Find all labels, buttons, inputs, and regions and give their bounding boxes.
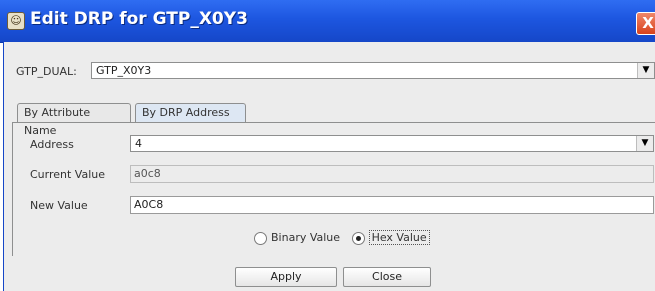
chevron-down-icon[interactable]: ▼ (637, 63, 654, 78)
tab-by-drp-address[interactable]: By DRP Address (135, 103, 246, 123)
address-label: Address (30, 138, 74, 151)
gtp-dual-label: GTP_DUAL: (16, 65, 77, 78)
address-value: 4 (135, 137, 142, 150)
binary-value-option[interactable]: Binary Value (254, 231, 340, 245)
hex-value-label: Hex Value (368, 230, 430, 246)
title-bar[interactable]: ☺ Edit DRP for GTP_X0Y3 X (0, 0, 655, 43)
new-value-label: New Value (30, 199, 88, 212)
format-radio-group: Binary Value Hex Value (254, 230, 438, 247)
new-value-input[interactable]: A0C8 (130, 196, 654, 214)
window-title: Edit DRP for GTP_X0Y3 (30, 9, 248, 29)
binary-value-radio[interactable] (254, 231, 267, 245)
close-icon[interactable]: X (636, 12, 655, 35)
close-button[interactable]: Close (343, 267, 431, 287)
app-icon: ☺ (7, 12, 25, 30)
tab-by-attribute-name[interactable]: By Attribute Name (17, 103, 131, 137)
gtp-dual-value: GTP_X0Y3 (96, 64, 152, 77)
hex-value-radio[interactable] (351, 231, 365, 245)
chevron-down-icon[interactable]: ▼ (636, 136, 653, 151)
address-select[interactable]: 4 ▼ (130, 135, 654, 152)
current-value-label: Current Value (30, 168, 106, 181)
binary-value-label: Binary Value (271, 231, 341, 245)
gtp-dual-select[interactable]: GTP_X0Y3 ▼ (91, 62, 655, 79)
dialog-window: ☺ Edit DRP for GTP_X0Y3 X GTP_DUAL: GTP_… (0, 0, 655, 291)
hex-value-option[interactable]: Hex Value (351, 230, 430, 246)
apply-button[interactable]: Apply (235, 267, 337, 287)
current-value-field: a0c8 (130, 165, 654, 183)
